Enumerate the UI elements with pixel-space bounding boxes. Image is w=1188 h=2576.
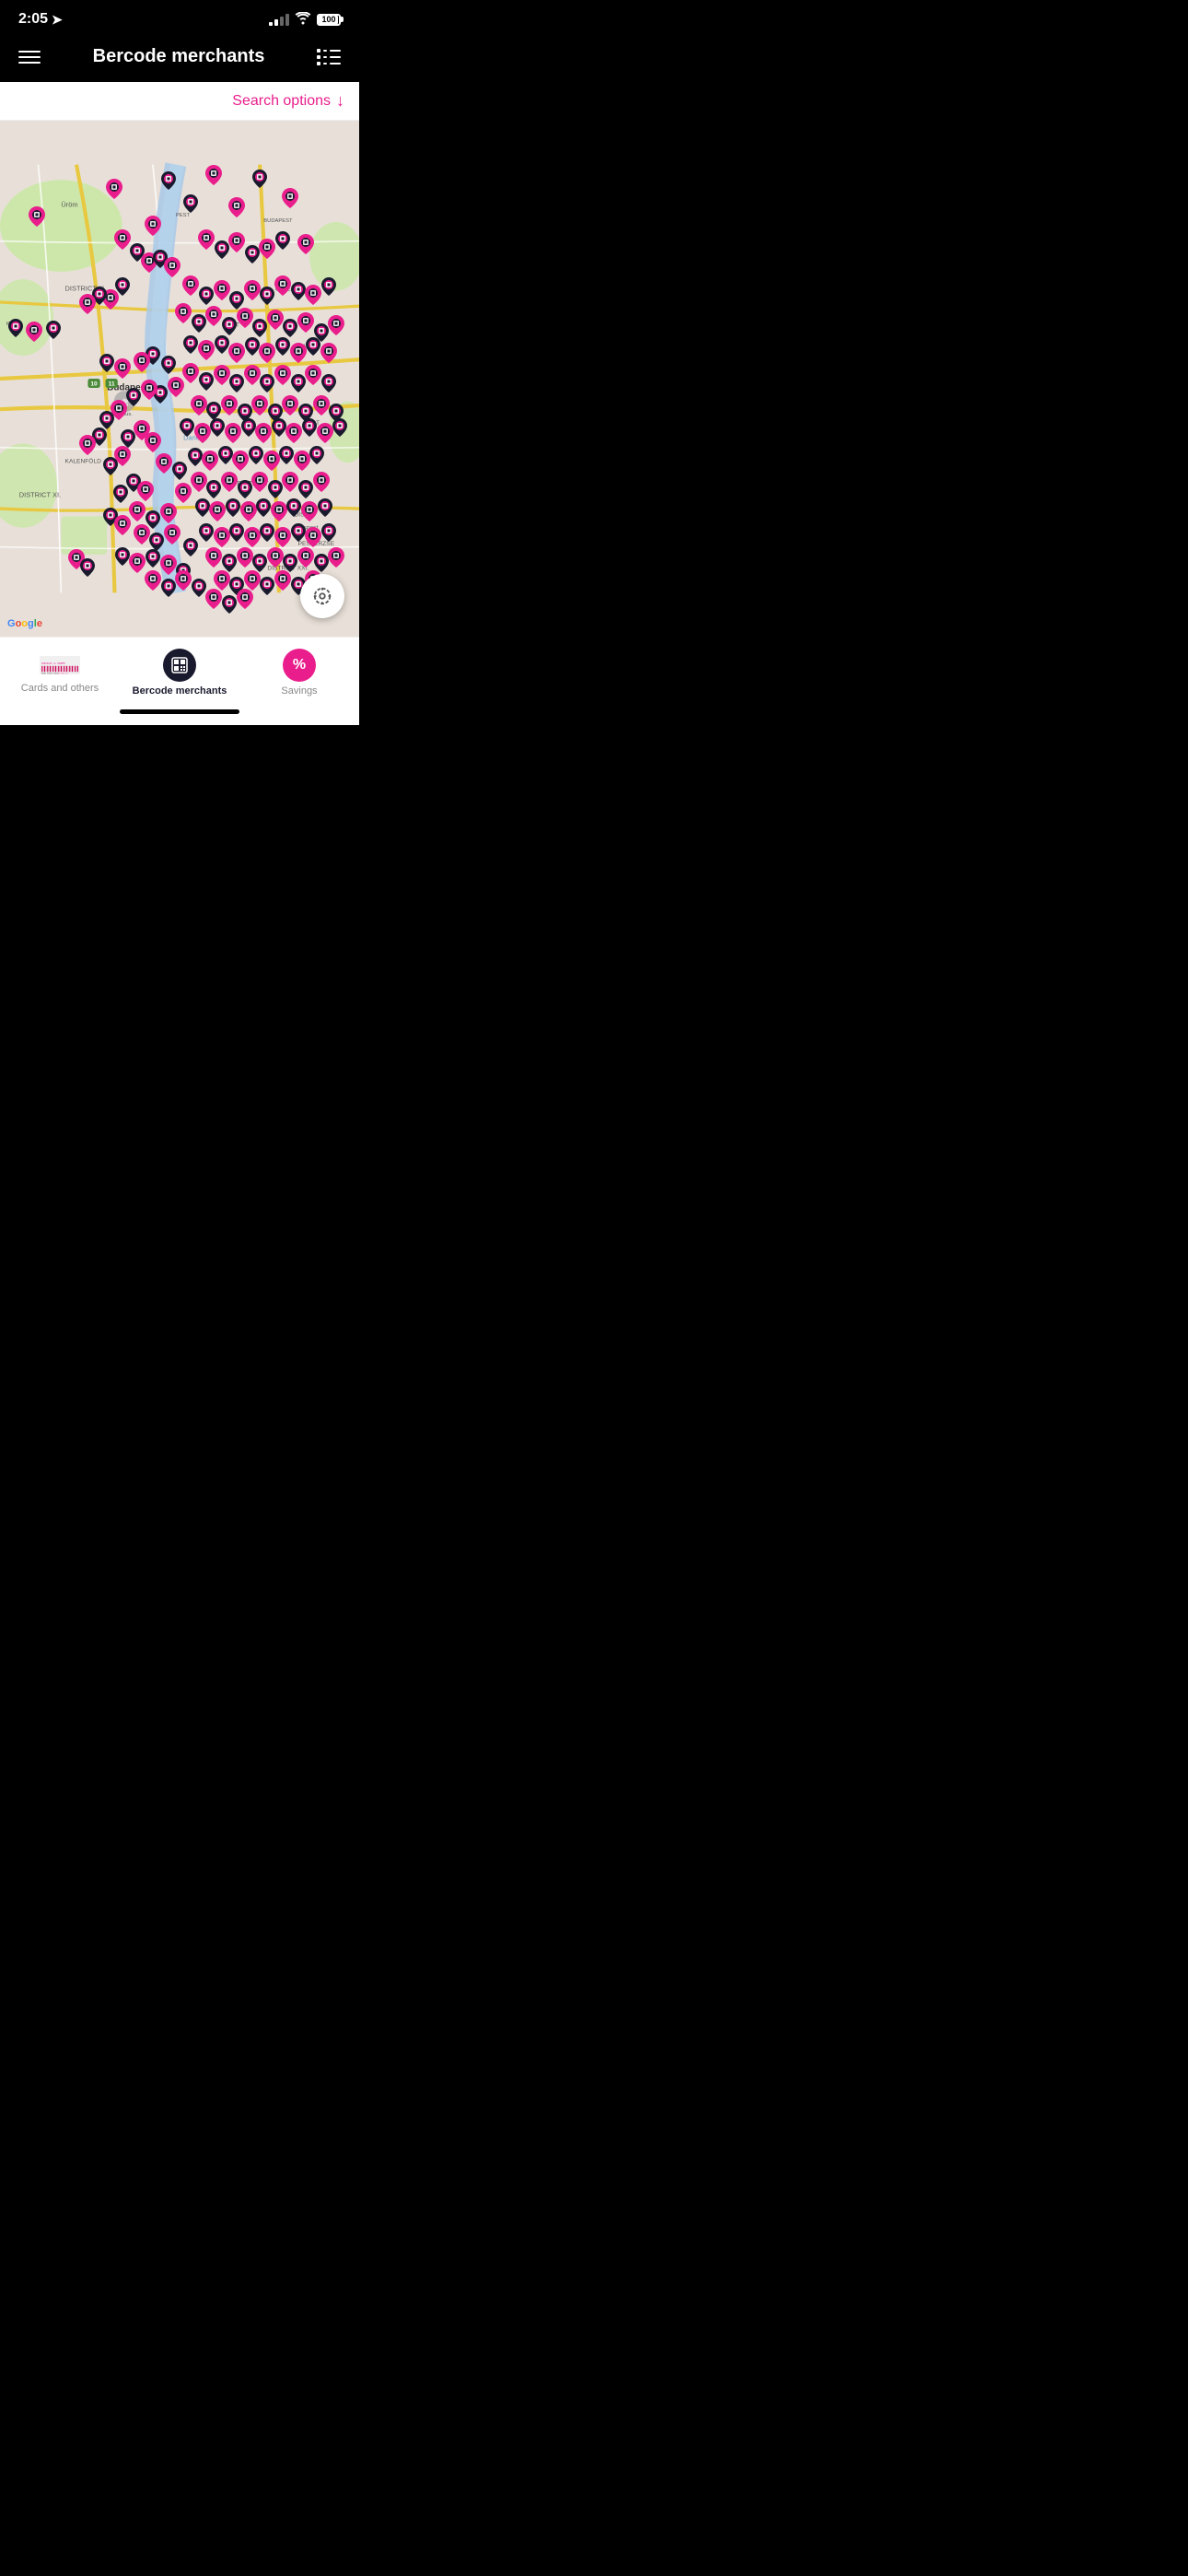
nav-label-cards: Cards and others — [21, 683, 99, 694]
search-options-arrow-icon: ↓ — [336, 91, 344, 111]
bottom-nav: SERVILEX oo OOOMMY — [0, 637, 359, 704]
nav-item-merchants[interactable]: Bercode merchants — [120, 649, 239, 697]
svg-text:DIST: DIST — [306, 420, 320, 427]
bercode-icon — [163, 649, 196, 682]
savings-icon: % — [283, 649, 316, 682]
barcode-icon: SERVILEX oo OOOMMY — [38, 651, 82, 679]
status-bar: 2:05 ➤ 100 — [0, 0, 359, 35]
svg-text:DISTRICT XI.: DISTRICT XI. — [19, 491, 61, 499]
nav-item-cards[interactable]: SERVILEX oo OOOMMY — [0, 651, 120, 694]
svg-text:10: 10 — [90, 381, 98, 387]
svg-text:Kispest: Kispest — [298, 524, 319, 531]
map-svg: DISTRICT III. ICT II DIST XIV DIST KALEN… — [0, 121, 359, 637]
nav-label-savings: Savings — [281, 685, 317, 697]
svg-text:DISTRICT XXI.: DISTRICT XXI. — [267, 565, 309, 571]
svg-text:DISTRICT III.: DISTRICT III. — [65, 285, 107, 293]
svg-text:DISTRICT IX.: DISTRICT IX. — [237, 479, 278, 487]
battery-icon: 100 — [317, 14, 341, 26]
map[interactable]: DISTRICT III. ICT II DIST XIV DIST KALEN… — [0, 121, 359, 637]
svg-text:ICT II: ICT II — [6, 322, 19, 327]
search-options-bar[interactable]: Search options ↓ — [0, 82, 359, 121]
home-bar — [120, 709, 239, 714]
svg-text:Üröm: Üröm — [61, 200, 77, 208]
svg-text:DIST: DIST — [226, 322, 239, 329]
svg-text:🏛: 🏛 — [121, 398, 129, 406]
status-time: 2:05 — [18, 11, 48, 28]
home-indicator — [0, 704, 359, 725]
svg-text:11: 11 — [109, 381, 115, 387]
search-options-label[interactable]: Search options — [232, 93, 331, 110]
wifi-icon — [295, 12, 311, 28]
header: Bercode merchants — [0, 35, 359, 82]
svg-text:Danube: Danube — [183, 433, 207, 441]
svg-text:0000 00000 0000: 0000 00000 0000 — [41, 673, 59, 675]
svg-text:DIST: DIST — [294, 511, 308, 518]
hamburger-menu-button[interactable] — [18, 51, 41, 64]
svg-text:BUDAPEST: BUDAPEST — [263, 218, 293, 224]
svg-text:PESTERZSE: PESTERZSE — [298, 541, 335, 547]
svg-text:PEST: PEST — [176, 213, 191, 218]
page-title: Bercode merchants — [93, 46, 265, 67]
nav-item-savings[interactable]: % Savings — [239, 649, 359, 697]
status-icons: 100 — [269, 12, 341, 28]
nav-label-merchants: Bercode merchants — [133, 685, 227, 697]
location-icon: ➤ — [52, 12, 63, 28]
my-location-button[interactable] — [300, 574, 344, 618]
signal-icon — [269, 14, 289, 26]
svg-text:ÚJPEST: ÚJPEST — [275, 285, 298, 293]
svg-text:SERVILEX oo OOOMMY: SERVILEX oo OOOMMY — [41, 662, 65, 665]
google-logo: Google — [7, 618, 42, 629]
svg-text:KALENFÖLD: KALENFÖLD — [65, 457, 102, 464]
svg-text:XIV: XIV — [298, 344, 309, 350]
list-view-button[interactable] — [317, 49, 341, 65]
svg-text:Ors.Mus.: Ors.Mus. — [111, 412, 133, 417]
